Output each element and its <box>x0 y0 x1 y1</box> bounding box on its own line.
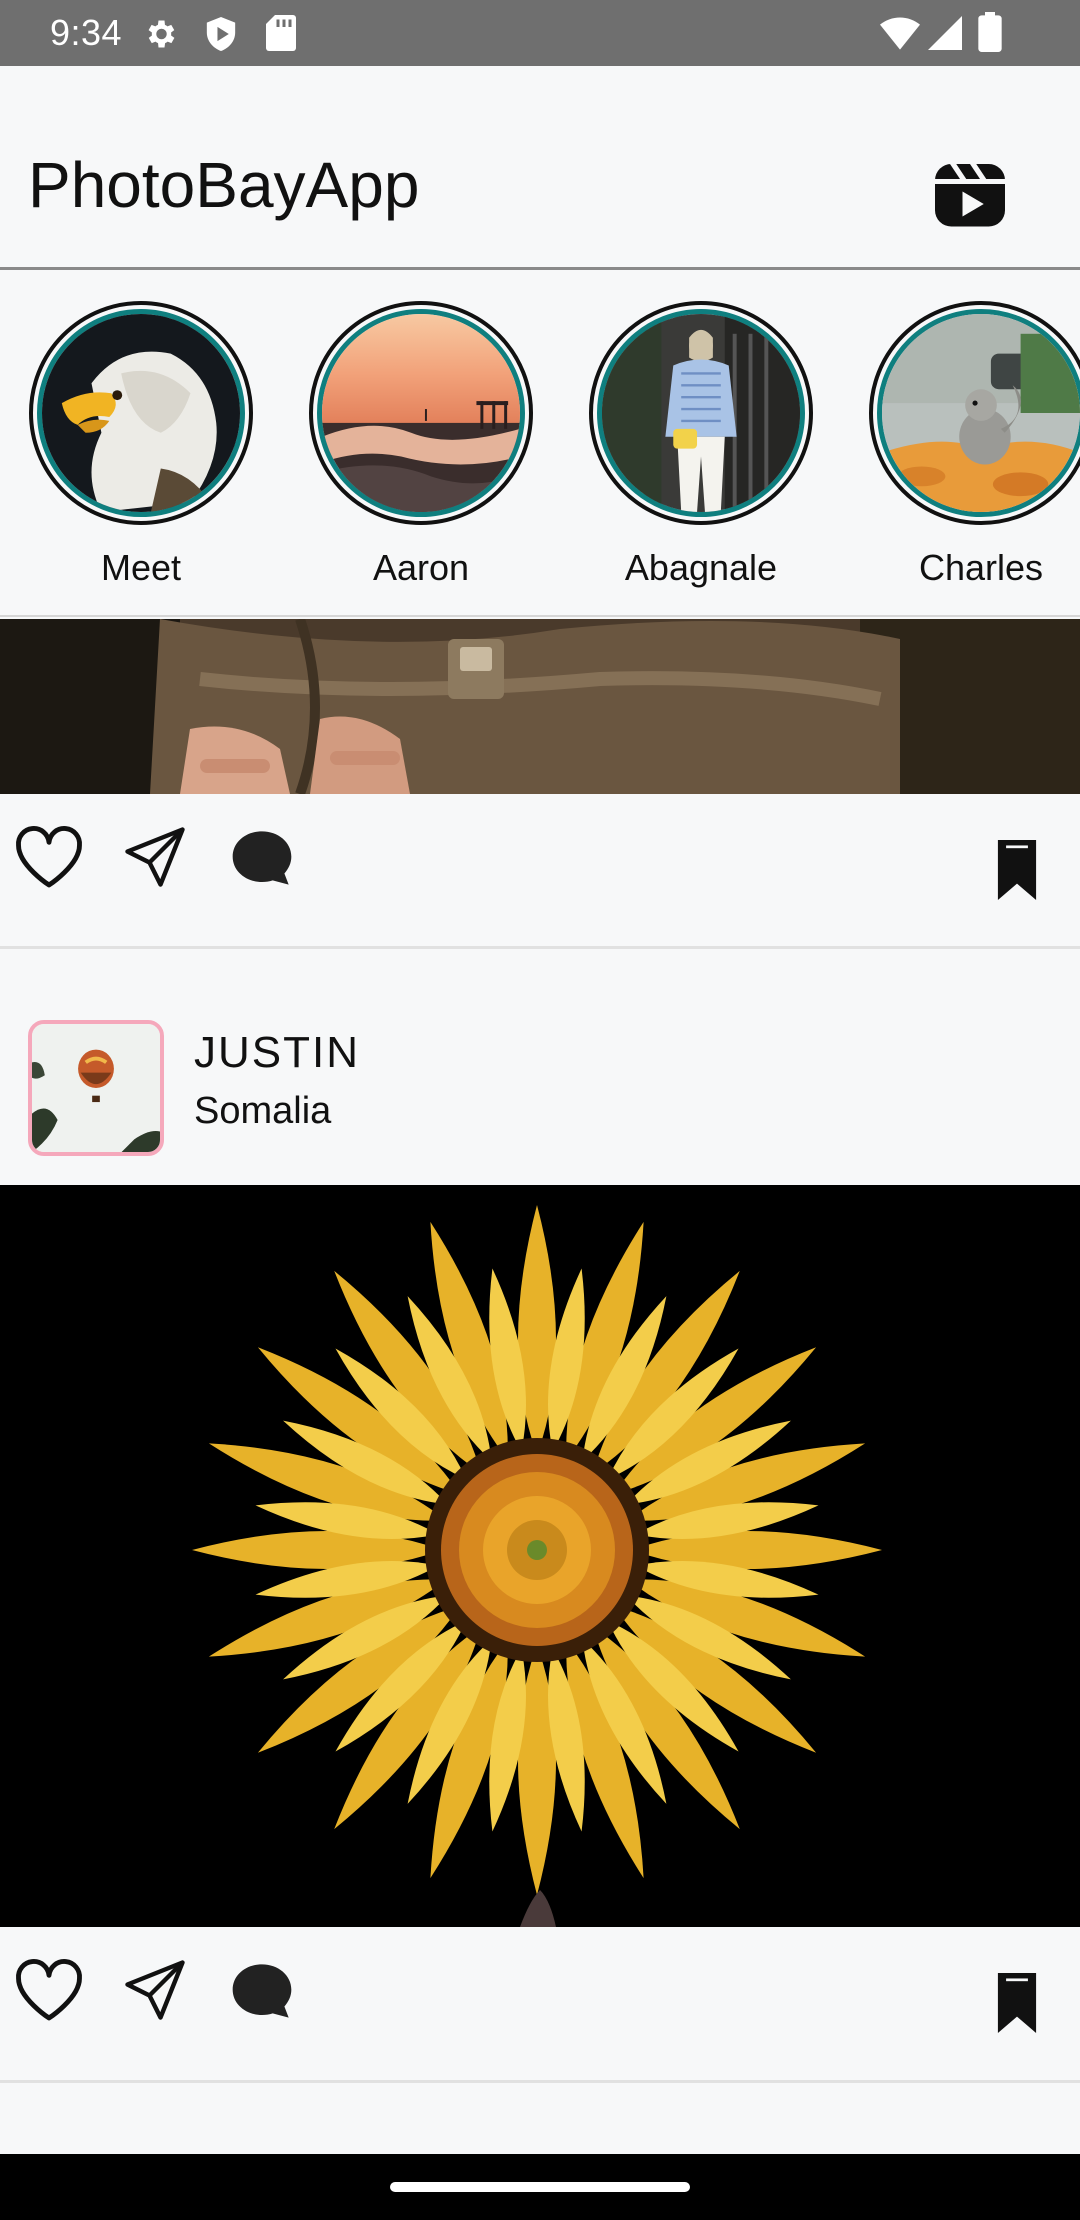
story-item[interactable]: Meet <box>28 301 258 601</box>
story-item[interactable]: Abagnale <box>588 301 818 601</box>
app-title: PhotoBayApp <box>28 149 420 221</box>
status-bar: 9:34 <box>0 0 1080 66</box>
sunflower-photo <box>0 1185 1080 1927</box>
post-location: Somalia <box>194 1090 332 1132</box>
post-username[interactable]: JUSTIN <box>194 1028 360 1078</box>
app-bar: PhotoBayApp <box>0 66 1080 270</box>
story-avatar[interactable] <box>309 301 533 525</box>
settings-icon <box>148 20 175 48</box>
story-avatar[interactable] <box>869 301 1080 525</box>
fashion-woman-image <box>602 314 800 512</box>
story-name: Charles <box>918 547 1044 588</box>
wifi-icon <box>880 17 920 50</box>
status-time: 9:34 <box>50 12 123 53</box>
system-nav-bar <box>0 2154 1080 2220</box>
squirrel-image <box>882 314 1080 512</box>
story-avatar[interactable] <box>589 301 813 525</box>
comment-icon[interactable] <box>230 828 294 888</box>
user-avatar[interactable] <box>28 1020 164 1156</box>
stories-row[interactable]: Meet Aaron Abagnale Charles <box>0 273 1080 617</box>
story-avatar[interactable] <box>29 301 253 525</box>
bookmark-icon[interactable] <box>994 840 1040 900</box>
comment-icon[interactable] <box>230 1961 294 2021</box>
heart-icon[interactable] <box>12 1957 86 2021</box>
sunset-sea-image <box>322 314 520 512</box>
post-actions <box>0 1927 1080 2077</box>
post-divider <box>0 2080 1080 2083</box>
send-icon[interactable] <box>122 1957 188 2023</box>
reels-icon <box>935 164 1005 227</box>
story-name: Abagnale <box>624 547 778 588</box>
next-post-placeholder <box>0 2084 1080 2154</box>
story-item[interactable]: Aaron <box>308 301 538 601</box>
send-icon[interactable] <box>122 824 188 890</box>
heart-icon[interactable] <box>12 824 86 888</box>
story-item[interactable]: Charles <box>868 301 1080 601</box>
battery-icon <box>978 12 1002 52</box>
post-divider <box>0 946 1080 949</box>
home-gesture-handle[interactable] <box>390 2182 690 2192</box>
signal-icon <box>928 16 962 50</box>
play-protect-icon <box>206 17 236 51</box>
story-name: Aaron <box>372 547 470 588</box>
eagle-image <box>42 314 240 512</box>
bookmark-icon[interactable] <box>994 1973 1040 2033</box>
reels-button[interactable] <box>930 154 1010 234</box>
post-image[interactable] <box>0 619 1080 794</box>
post-image[interactable] <box>0 1185 1080 1927</box>
post-header: JUSTIN Somalia <box>0 952 1080 1184</box>
hot-air-balloon-image <box>32 1024 160 1152</box>
story-name: Meet <box>100 547 182 588</box>
sd-card-icon <box>266 15 296 51</box>
post-actions <box>0 794 1080 944</box>
jacket-photo <box>0 619 1080 794</box>
